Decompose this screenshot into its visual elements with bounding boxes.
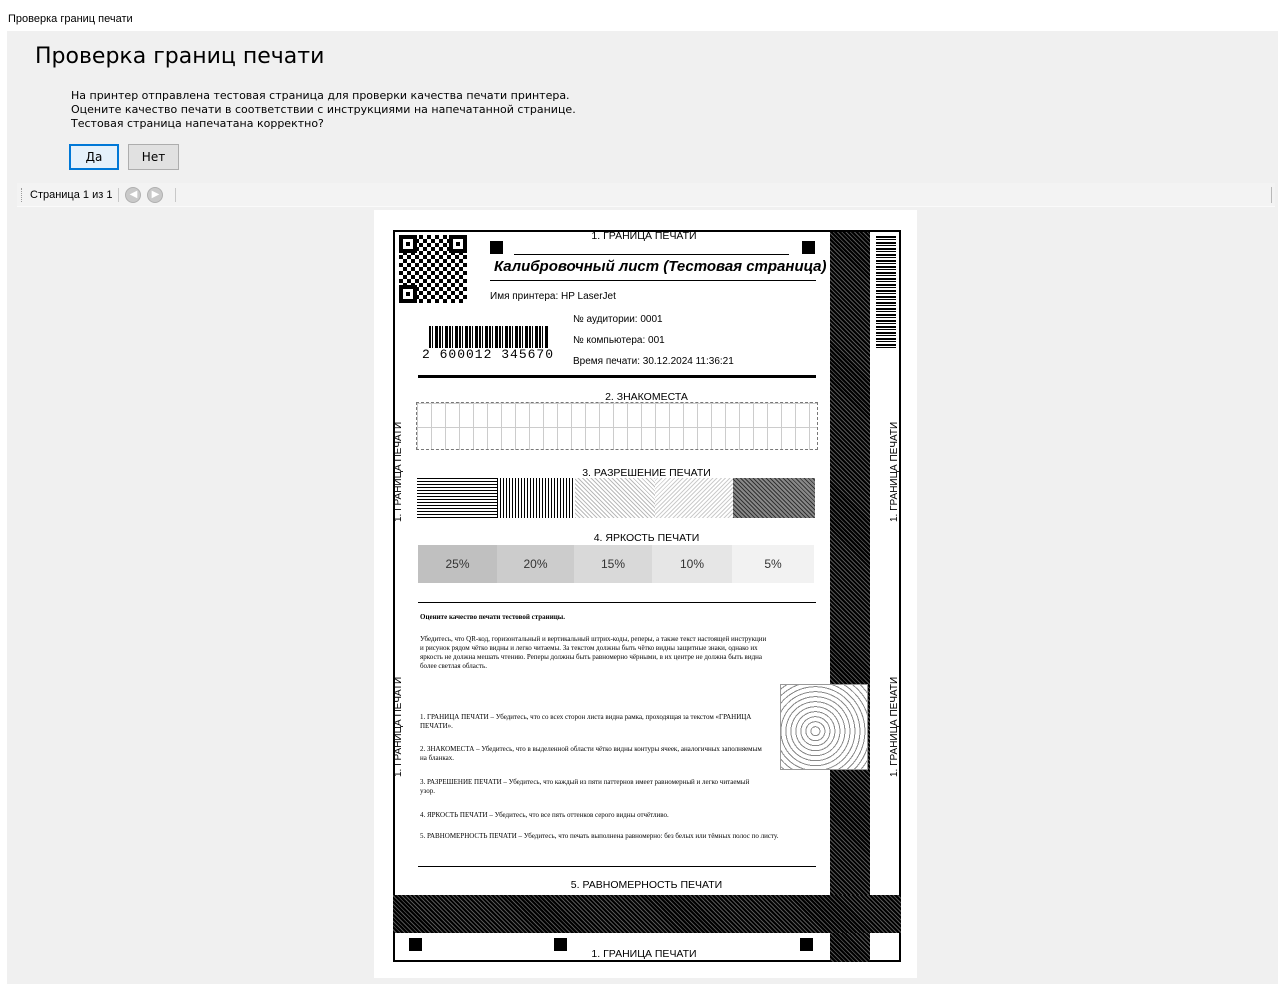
registration-mark <box>802 241 815 254</box>
toolbar-separator <box>118 187 120 202</box>
description-line-3: Тестовая страница напечатана корректно? <box>71 117 324 130</box>
title-rule <box>514 254 789 255</box>
uniformity-label: 5. РАВНОМЕРНОСТЬ ПЕЧАТИ <box>570 879 723 891</box>
brightness-25: 25% <box>418 545 497 583</box>
vertical-barcode-icon <box>876 236 896 348</box>
prev-page-icon[interactable]: ◀ <box>125 186 142 203</box>
printer-name: Имя принтера: HP LaserJet <box>490 291 616 302</box>
uniformity-stripe-horizontal <box>393 895 901 933</box>
section-rule <box>418 602 816 603</box>
no-button[interactable]: Нет <box>128 144 179 170</box>
computer-number: № компьютера: 001 <box>573 335 665 346</box>
topographic-map-icon <box>780 684 868 770</box>
border-label-right-1: 1. ГРАНИЦА ПЕЧАТИ <box>889 421 900 522</box>
border-label-top: 1. ГРАНИЦА ПЕЧАТИ <box>591 230 697 242</box>
brightness-20: 20% <box>497 545 574 583</box>
border-label-bottom: 1. ГРАНИЦА ПЕЧАТИ <box>591 948 697 960</box>
resolution-pattern-1 <box>417 478 497 518</box>
instruction-item-2: 2. ЗНАКОМЕСТА – Убедитесь, что в выделен… <box>420 745 762 762</box>
section-rule <box>418 375 816 378</box>
instruction-item-3: 3. РАЗРЕШЕНИЕ ПЕЧАТИ – Убедитесь, что ка… <box>420 778 750 795</box>
print-time: Время печати: 30.12.2024 11:36:21 <box>573 356 734 367</box>
border-label-left-2: 1. ГРАНИЦА ПЕЧАТИ <box>393 676 404 777</box>
window-title: Проверка границ печати <box>8 13 133 25</box>
instruction-item-1: 1. ГРАНИЦА ПЕЧАТИ – Убедитесь, что со вс… <box>420 713 752 730</box>
border-label-left-1: 1. ГРАНИЦА ПЕЧАТИ <box>393 421 404 522</box>
barcode-number: 2 600012 345670 <box>422 347 555 362</box>
registration-mark <box>490 241 503 254</box>
uniformity-stripe-vertical <box>830 232 870 962</box>
description: На принтер отправлена тестовая страница … <box>71 89 576 131</box>
barcode-icon <box>429 326 549 348</box>
qr-code-icon <box>396 232 470 306</box>
yes-button[interactable]: Да <box>69 144 119 170</box>
toolbar-separator <box>175 187 177 202</box>
calibration-title: Калибровочный лист (Тестовая страница) <box>494 258 827 275</box>
brightness-5: 5% <box>732 545 814 583</box>
resolution-pattern-2 <box>497 478 575 518</box>
instruction-item-4: 4. ЯРКОСТЬ ПЕЧАТИ – Убедитесь, что все п… <box>420 811 669 819</box>
room-number: № аудитории: 0001 <box>573 314 663 325</box>
border-label-right-2: 1. ГРАНИЦА ПЕЧАТИ <box>889 676 900 777</box>
title-rule-bottom <box>490 280 816 281</box>
test-page-preview: 1. ГРАНИЦА ПЕЧАТИ Калибровочный лист (Те… <box>374 210 917 978</box>
registration-mark <box>409 938 422 951</box>
brightness-10: 10% <box>652 545 732 583</box>
page-title: Проверка границ печати <box>35 44 325 69</box>
resolution-pattern-4 <box>655 478 733 518</box>
description-line-2: Оцените качество печати в соответствии с… <box>71 103 576 116</box>
instructions-intro: Убедитесь, что QR-код, горизонтальный и … <box>420 635 767 670</box>
section-rule <box>418 866 816 867</box>
resolution-pattern-5 <box>733 478 815 518</box>
glyph-cells <box>416 402 818 450</box>
instruction-item-5: 5. РАВНОМЕРНОСТЬ ПЕЧАТИ – Убедитесь, что… <box>420 832 779 840</box>
registration-mark <box>800 938 813 951</box>
report-toolbar: Страница 1 из 1 ◀ ▶ <box>17 183 1275 207</box>
instructions-title: Оцените качество печати тестовой страниц… <box>420 613 565 621</box>
resolution-pattern-3 <box>575 478 655 518</box>
toolbar-end <box>1271 187 1272 203</box>
brightness-label: 4. ЯРКОСТЬ ПЕЧАТИ <box>593 532 700 544</box>
toolbar-grip-icon[interactable] <box>21 187 24 202</box>
page-indicator: Страница 1 из 1 <box>30 188 113 201</box>
brightness-15: 15% <box>574 545 652 583</box>
description-line-1: На принтер отправлена тестовая страница … <box>71 89 570 102</box>
next-page-icon[interactable]: ▶ <box>147 186 164 203</box>
